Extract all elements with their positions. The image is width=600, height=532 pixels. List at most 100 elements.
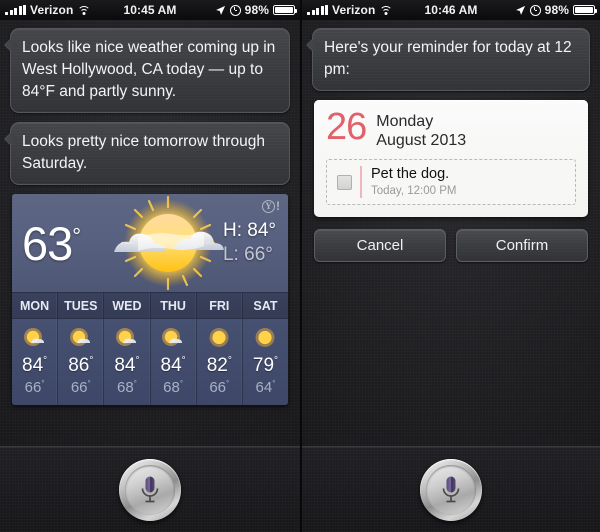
low-value: 66° xyxy=(244,244,273,265)
siri-response-bubbles: Looks like nice weather coming up in Wes… xyxy=(0,20,300,185)
reminder-date-text: Monday August 2013 xyxy=(376,110,466,150)
siri-reminder-screen: Verizon 10:46 AM 98% Here's your reminde… xyxy=(300,0,600,532)
wifi-icon xyxy=(379,5,393,15)
forecast-high: 79° xyxy=(252,355,279,376)
forecast-day-cell: 86° 66° xyxy=(58,319,105,405)
forecast-high: 86° xyxy=(68,355,94,376)
forecast-day-cell: 82° 66° xyxy=(197,319,243,405)
low-label: L: xyxy=(222,244,239,265)
siri-microphone-button[interactable] xyxy=(119,458,181,521)
high-temp: H: 84° xyxy=(223,220,276,242)
reminder-action-buttons: Cancel Confirm xyxy=(302,217,600,262)
reminder-day-number: 26 xyxy=(326,106,367,148)
high-value: 84° xyxy=(247,220,276,241)
forecast-high-value: 82 xyxy=(206,355,228,376)
forecast-low-value: 68 xyxy=(116,379,134,396)
sun-icon xyxy=(243,326,288,350)
carrier-label: Verizon xyxy=(30,3,74,17)
reminder-item-subtitle: Today, 12:00 PM xyxy=(371,185,457,197)
forecast-day-label: WED xyxy=(104,293,151,318)
forecast-high: 84° xyxy=(22,355,48,376)
signal-bars-icon xyxy=(5,4,26,15)
reminder-accent-line xyxy=(360,166,362,198)
reminder-item[interactable]: Pet the dog. Today, 12:00 PM xyxy=(326,159,576,205)
degree-symbol: ° xyxy=(72,222,81,248)
status-bar-left: Verizon xyxy=(307,3,393,17)
sun-behind-cloud-icon xyxy=(104,326,149,350)
forecast-day-cell: 84° 68° xyxy=(104,319,151,405)
siri-bubble: Looks pretty nice tomorrow through Satur… xyxy=(10,122,290,185)
reminder-card[interactable]: 26 Monday August 2013 Pet the dog. Today… xyxy=(314,100,588,217)
reminder-date-header: 26 Monday August 2013 xyxy=(326,106,576,150)
weather-current-conditions: Y ! 63° H: 84° L: 66° xyxy=(12,194,288,292)
forecast-day-label: SAT xyxy=(253,299,278,313)
forecast-low-value: 68 xyxy=(163,379,180,396)
reminder-month-year: August 2013 xyxy=(376,132,467,149)
forecast-high-value: 84 xyxy=(22,355,44,376)
siri-response-bubbles: Here's your reminder for today at 12 pm: xyxy=(302,20,600,91)
reminder-weekday: Monday xyxy=(376,113,434,130)
dual-screenshot-stage: Verizon 10:45 AM 98% Looks like nice wea… xyxy=(0,0,600,532)
status-bar-right: 98% xyxy=(215,3,298,17)
siri-mic-footer xyxy=(302,446,600,532)
siri-microphone-button[interactable] xyxy=(420,458,482,521)
forecast-high-value: 84 xyxy=(160,355,182,376)
forecast-low-value: 66 xyxy=(70,379,88,396)
cancel-button[interactable]: Cancel xyxy=(314,229,446,262)
location-arrow-icon xyxy=(215,5,225,15)
forecast-low-value: 66 xyxy=(209,379,227,396)
sun-behind-cloud-icon xyxy=(151,326,196,350)
status-bar: Verizon 10:46 AM 98% xyxy=(302,0,600,20)
checkbox-unchecked-icon[interactable] xyxy=(337,174,352,190)
carrier-label: Verizon xyxy=(332,3,376,17)
forecast-days: 84° 66° 86° 66° 84° 68° 84° 68° 82° 66° … xyxy=(12,319,288,405)
forecast-low: 64° xyxy=(255,379,276,396)
forecast-low: 66° xyxy=(24,379,45,396)
yahoo-mark: Y xyxy=(262,199,275,213)
status-bar-right: 98% xyxy=(515,3,598,17)
forecast-day-cell: 79° 64° xyxy=(243,319,288,405)
forecast-day-cell: 84° 66° xyxy=(12,319,59,405)
sun-behind-cloud-icon xyxy=(58,326,103,350)
low-temp: L: 66° xyxy=(223,244,276,266)
yahoo-exclamation: ! xyxy=(276,199,280,213)
confirm-button[interactable]: Confirm xyxy=(456,229,588,262)
status-bar: Verizon 10:45 AM 98% xyxy=(0,0,300,20)
forecast-high: 82° xyxy=(206,355,232,376)
siri-mic-footer xyxy=(0,446,300,532)
forecast-low: 66° xyxy=(70,379,91,396)
weather-widget[interactable]: Y ! 63° H: 84° L: 66° MON TUES WED THU F… xyxy=(12,194,288,405)
forecast-high-value: 86 xyxy=(68,355,90,376)
yahoo-logo: Y ! xyxy=(262,199,280,213)
siri-weather-screen: Verizon 10:45 AM 98% Looks like nice wea… xyxy=(0,0,300,532)
forecast-low: 68° xyxy=(163,379,184,396)
battery-icon xyxy=(273,5,298,15)
forecast-day-label: FRI xyxy=(197,293,243,318)
siri-microphone-icon xyxy=(141,476,159,502)
siri-bubble: Looks like nice weather coming up in Wes… xyxy=(10,28,290,113)
siri-bubble: Here's your reminder for today at 12 pm: xyxy=(312,28,590,91)
high-low-temps: H: 84° L: 66° xyxy=(223,220,276,266)
alarm-clock-icon xyxy=(229,4,241,16)
reminder-item-title: Pet the dog. xyxy=(371,166,450,182)
alarm-clock-icon xyxy=(529,4,541,16)
forecast-high: 84° xyxy=(160,355,186,376)
high-label: H: xyxy=(222,220,242,241)
battery-icon xyxy=(573,5,598,15)
sun-icon xyxy=(197,326,242,350)
current-temp-value: 63 xyxy=(22,216,73,270)
forecast-day-headers: MON TUES WED THU FRI SAT xyxy=(12,292,288,319)
current-temperature: 63° xyxy=(22,216,81,270)
battery-percent-label: 98% xyxy=(244,3,269,17)
reminder-item-texts: Pet the dog. Today, 12:00 PM xyxy=(371,166,568,198)
forecast-high-value: 84 xyxy=(114,355,136,376)
forecast-low: 68° xyxy=(116,379,137,396)
forecast-day-label: THU xyxy=(151,293,197,318)
forecast-high: 84° xyxy=(114,355,140,376)
signal-bars-icon xyxy=(307,4,328,15)
forecast-day-cell: 84° 68° xyxy=(151,319,197,405)
sun-behind-cloud-icon xyxy=(12,326,57,350)
forecast-low-value: 66 xyxy=(24,379,42,396)
battery-percent-label: 98% xyxy=(544,3,569,17)
forecast-day-label: TUES xyxy=(58,293,105,318)
